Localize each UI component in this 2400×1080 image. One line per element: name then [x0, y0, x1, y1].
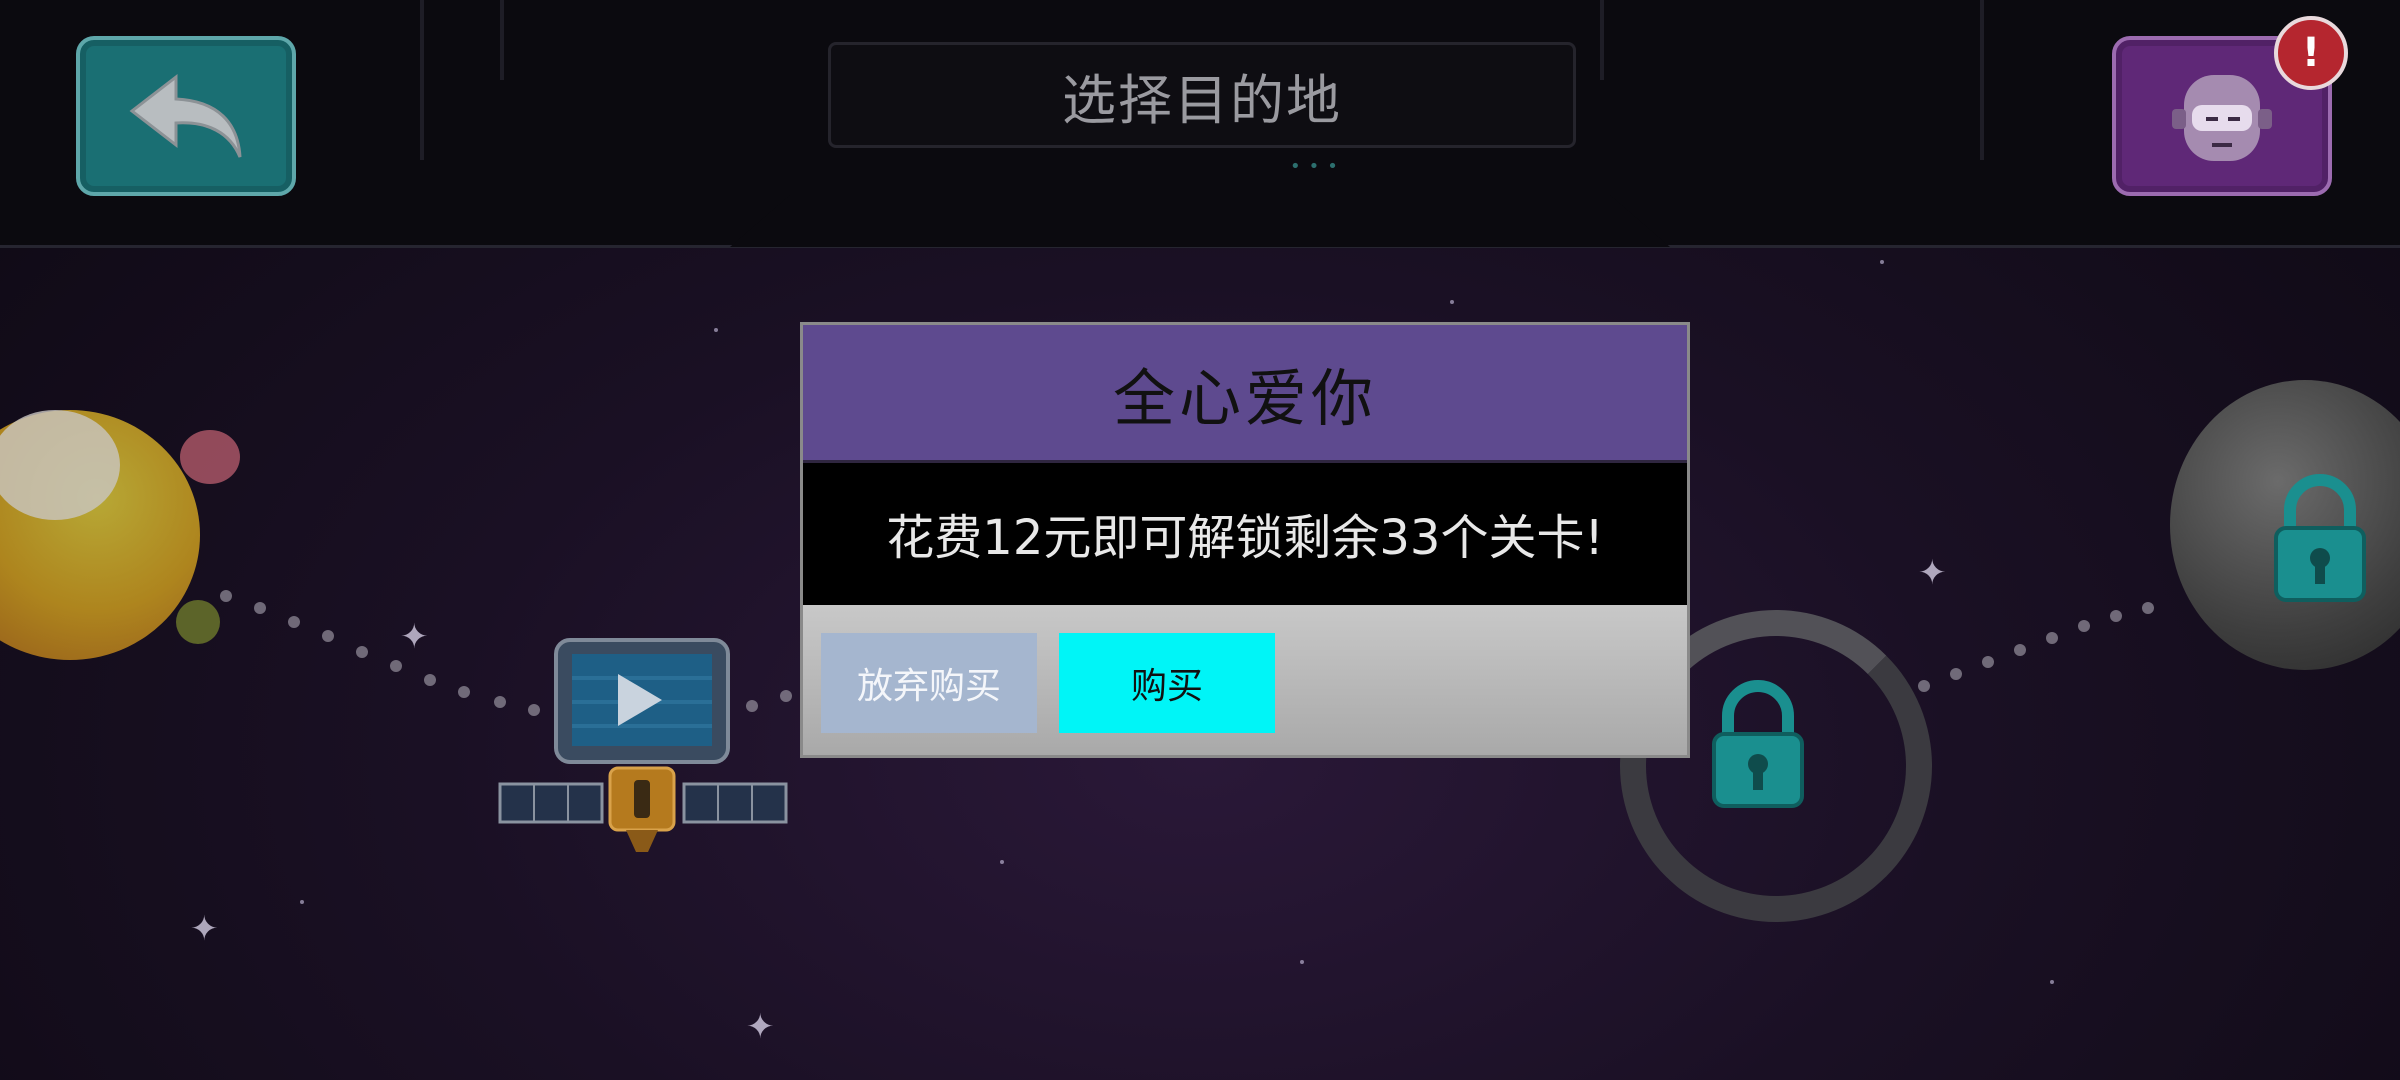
path-dot	[220, 590, 232, 602]
dialog-footer: 放弃购买 购买	[803, 605, 1687, 755]
path-dot	[2110, 610, 2122, 622]
star	[1000, 860, 1004, 864]
sparkle: ✦	[190, 909, 219, 949]
game-screen: ✦ ✦ ✦ ✦ 选择目的地 ••• ! 全心爱你 花费12元即可解锁剩余33个关…	[0, 0, 2400, 1080]
path-dot	[1950, 668, 1962, 680]
dialog-title: 全心爱你	[1112, 361, 1377, 435]
star	[2050, 980, 2054, 984]
path-dot	[254, 602, 266, 614]
path-dot	[1982, 656, 1994, 668]
robot-face-icon	[2172, 75, 2272, 161]
page-title: 选择目的地	[1062, 68, 1342, 132]
hud-divider	[420, 0, 424, 160]
back-arrow-icon	[129, 73, 242, 158]
star	[300, 900, 304, 904]
tree	[180, 430, 240, 484]
hud-divider	[1600, 0, 1604, 80]
path-dot	[390, 660, 402, 672]
play-icon	[498, 638, 788, 852]
path-dot	[2142, 602, 2154, 614]
path-dot	[2014, 644, 2026, 656]
path-dot	[2046, 632, 2058, 644]
path-dot	[424, 674, 436, 686]
hud-divider	[1980, 0, 1984, 160]
path-dot	[2078, 620, 2090, 632]
dialog-message: 花费12元即可解锁剩余33个关卡!	[886, 510, 1604, 566]
tree	[176, 600, 220, 644]
star	[1450, 300, 1454, 304]
decline-purchase-button[interactable]: 放弃购买	[821, 633, 1037, 733]
star	[714, 328, 718, 332]
buy-button[interactable]: 购买	[1059, 633, 1275, 733]
path-dot	[356, 646, 368, 658]
hud-notch	[730, 195, 1670, 247]
path-dot	[1918, 680, 1930, 692]
purchase-dialog: 全心爱你 花费12元即可解锁剩余33个关卡! 放弃购买 购买	[800, 322, 1690, 758]
page-title-box: 选择目的地	[828, 42, 1576, 148]
title-dots: •••	[1290, 156, 1346, 177]
sparkle: ✦	[746, 1007, 775, 1047]
lock-icon	[1710, 680, 1806, 814]
path-dot	[288, 616, 300, 628]
back-button[interactable]	[76, 36, 296, 196]
path-dot	[458, 686, 470, 698]
hud-divider	[500, 0, 504, 80]
dialog-header: 全心爱你	[803, 325, 1687, 463]
dialog-body: 花费12元即可解锁剩余33个关卡!	[803, 463, 1687, 603]
path-dot	[322, 630, 334, 642]
lock-icon	[2272, 474, 2368, 608]
sparkle: ✦	[1918, 553, 1947, 593]
sparkle: ✦	[400, 617, 429, 657]
video-satellite[interactable]	[498, 638, 788, 858]
star	[1300, 960, 1304, 964]
alert-badge: !	[2274, 16, 2348, 90]
star	[1880, 260, 1884, 264]
